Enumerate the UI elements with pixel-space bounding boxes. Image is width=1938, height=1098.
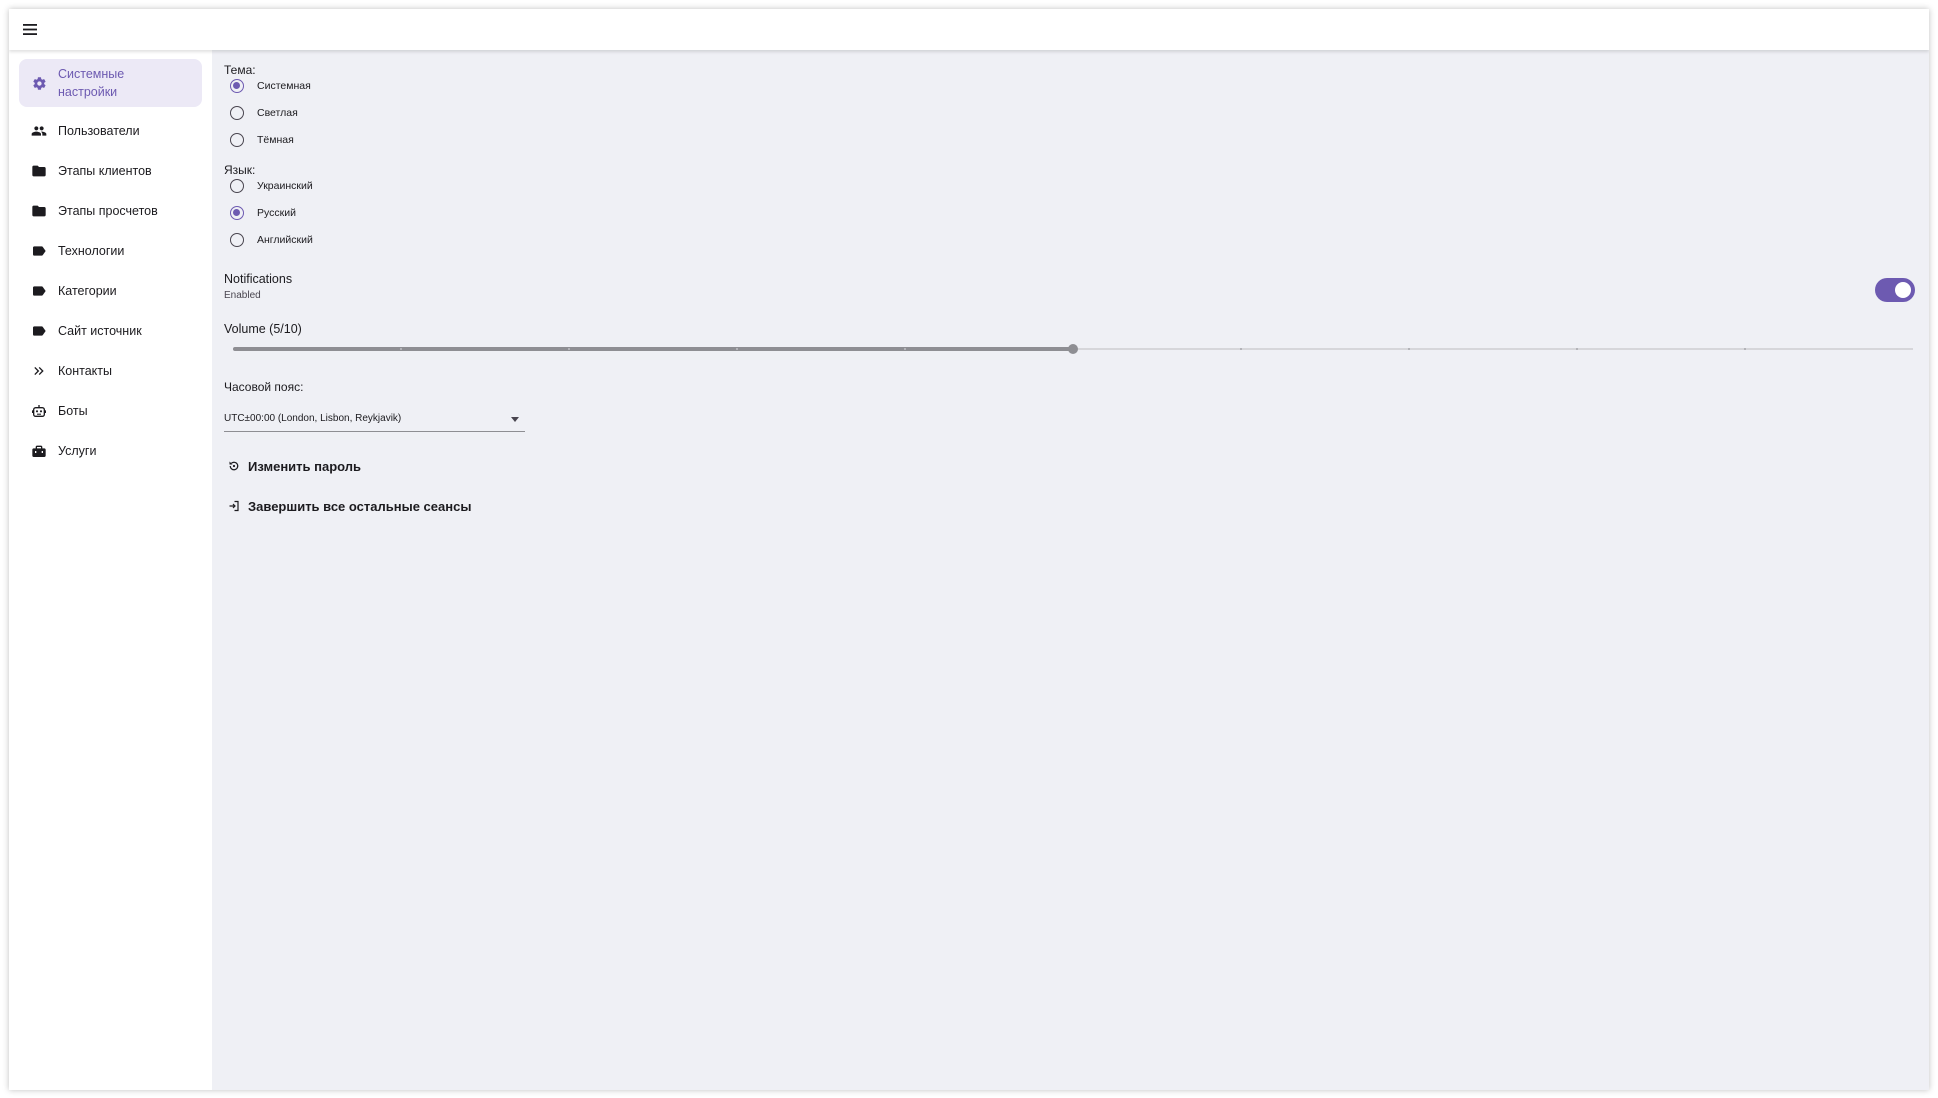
settings-main: Тема: Системная Светлая Тёмная Язык: Укр…: [212, 50, 1929, 1090]
end-other-sessions-button[interactable]: Завершить все остальные сеансы: [224, 495, 1929, 517]
sidebar-item-users[interactable]: Пользователи: [19, 111, 202, 151]
sidebar-item-system-settings[interactable]: Системные настройки: [19, 59, 202, 107]
sidebar-item-label: Этапы клиентов: [58, 164, 152, 178]
label-tag-icon: [31, 283, 47, 299]
gear-icon: [31, 75, 47, 91]
notifications-row: Notifications Enabled: [224, 272, 1929, 308]
slider-tick: [904, 348, 906, 350]
slider-tick: [1408, 348, 1410, 350]
end-sessions-label: Завершить все остальные сеансы: [248, 498, 472, 514]
slider-fill: [233, 347, 1073, 351]
sidebar-item-source-site[interactable]: Сайт источник: [19, 311, 202, 351]
slider-tick: [1744, 348, 1746, 350]
slider-tick: [400, 348, 402, 350]
sidebar-item-label: Системные настройки: [58, 66, 125, 99]
timezone-label: Часовой пояс:: [224, 380, 304, 394]
notifications-toggle[interactable]: [1875, 278, 1915, 302]
theme-radio-light[interactable]: Светлая: [224, 99, 1929, 126]
people-icon: [31, 123, 47, 139]
double-chevron-right-icon: [31, 363, 47, 379]
label-tag-icon: [31, 323, 47, 339]
timezone-value: UTC±00:00 (London, Lisbon, Reykjavik): [224, 413, 402, 424]
radio-label: Русский: [257, 206, 296, 219]
robot-icon: [31, 403, 47, 419]
sidebar-item-label: Этапы просчетов: [58, 204, 158, 218]
language-radio-ukrainian[interactable]: Украинский: [224, 172, 1929, 199]
folder-icon: [31, 163, 47, 179]
sidebar: Системные настройки Пользователи Этапы к…: [9, 50, 212, 1090]
radio-circle: [230, 132, 244, 147]
radio-label: Украинский: [257, 179, 313, 192]
app-window: Системные настройки Пользователи Этапы к…: [9, 9, 1929, 1090]
sidebar-item-estimate-stages[interactable]: Этапы просчетов: [19, 191, 202, 231]
dropdown-caret-icon: [511, 417, 519, 422]
toolbox-icon: [31, 443, 47, 459]
sidebar-item-label: Услуги: [58, 444, 97, 458]
sidebar-item-label: Боты: [58, 404, 88, 418]
radio-circle: [230, 205, 244, 220]
sidebar-item-services[interactable]: Услуги: [19, 431, 202, 471]
sidebar-item-bots[interactable]: Боты: [19, 391, 202, 431]
slider-tick: [568, 348, 570, 350]
sidebar-item-label: Контакты: [58, 364, 112, 378]
theme-radio-system[interactable]: Системная: [224, 72, 1929, 99]
radio-circle: [230, 105, 244, 120]
radio-label: Светлая: [257, 106, 298, 119]
language-radio-english[interactable]: Английский: [224, 226, 1929, 253]
sidebar-item-label: Пользователи: [58, 124, 140, 138]
radio-label: Тёмная: [257, 133, 294, 146]
radio-label: Системная: [257, 79, 311, 92]
sidebar-item-contacts[interactable]: Контакты: [19, 351, 202, 391]
change-password-label: Изменить пароль: [248, 458, 362, 474]
slider-tick: [1576, 348, 1578, 350]
toggle-thumb: [1895, 282, 1911, 298]
top-app-bar: [9, 9, 1929, 50]
hamburger-menu-icon[interactable]: [21, 21, 39, 39]
notifications-title: Notifications: [224, 272, 293, 286]
notifications-status: Enabled: [224, 290, 261, 301]
volume-title: Volume (5/10): [224, 322, 302, 336]
language-radio-russian[interactable]: Русский: [224, 199, 1929, 226]
label-tag-icon: [31, 243, 47, 259]
sidebar-item-categories[interactable]: Категории: [19, 271, 202, 311]
sidebar-item-label: Сайт источник: [58, 324, 142, 338]
folder-icon: [31, 203, 47, 219]
radio-circle: [230, 232, 244, 247]
theme-radio-dark[interactable]: Тёмная: [224, 126, 1929, 153]
password-reset-icon: [227, 459, 241, 473]
sidebar-item-label: Технологии: [58, 244, 125, 258]
sidebar-item-technologies[interactable]: Технологии: [19, 231, 202, 271]
volume-slider[interactable]: [233, 339, 1913, 359]
slider-thumb[interactable]: [1068, 344, 1078, 354]
radio-label: Английский: [257, 233, 313, 246]
radio-circle: [230, 78, 244, 93]
change-password-button[interactable]: Изменить пароль: [224, 455, 1929, 477]
radio-circle: [230, 178, 244, 193]
sidebar-item-label: Категории: [58, 284, 117, 298]
slider-tick: [736, 348, 738, 350]
timezone-select[interactable]: UTC±00:00 (London, Lisbon, Reykjavik): [224, 406, 525, 432]
slider-tick: [1240, 348, 1242, 350]
sidebar-item-client-stages[interactable]: Этапы клиентов: [19, 151, 202, 191]
logout-icon: [227, 499, 241, 513]
